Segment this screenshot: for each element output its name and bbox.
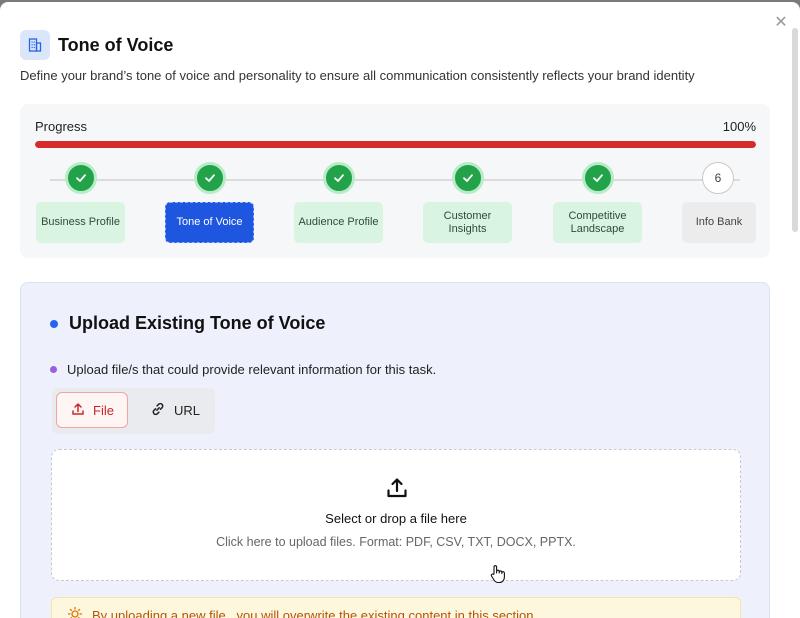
hand-cursor-icon [489, 564, 507, 584]
upload-source-tabs: File URL [52, 388, 215, 434]
tab-url[interactable]: URL [136, 392, 212, 428]
check-icon [65, 162, 97, 194]
check-icon [452, 162, 484, 194]
tab-url-label: URL [174, 402, 201, 418]
step-label: Customer Insights [423, 202, 512, 243]
step-label: Info Bank [682, 202, 756, 243]
link-icon [150, 401, 166, 420]
tab-file[interactable]: File [56, 392, 128, 428]
step-label: Competitive Landscape [553, 202, 642, 243]
building-icon [20, 30, 50, 60]
warning-text: By uploading a new file , you will overw… [92, 608, 534, 618]
progress-percent: 100% [722, 119, 756, 134]
section-title: Upload Existing Tone of Voice [69, 313, 326, 333]
tone-of-voice-modal: ✕ Tone of Voice Define your brand’s tone… [0, 2, 800, 618]
stepper-line [50, 179, 740, 181]
sun-icon [67, 606, 83, 618]
progress-bar [35, 141, 756, 148]
progress-bar-fill [35, 141, 756, 148]
file-dropzone[interactable]: Select or drop a file here Click here to… [51, 449, 741, 581]
upload-instruction: Upload file/s that could provide relevan… [67, 362, 437, 377]
step-label: Tone of Voice [165, 202, 254, 243]
tab-file-label: File [93, 402, 114, 418]
instruction-bullet [50, 366, 57, 373]
upload-icon [385, 476, 409, 500]
check-icon [323, 162, 355, 194]
step-label: Business Profile [36, 202, 125, 243]
upload-section: Upload Existing Tone of Voice Upload fil… [20, 282, 770, 618]
page-title: Tone of Voice [58, 35, 174, 55]
progress-card: Progress 100% Business Profile Tone of V… [20, 104, 770, 258]
step-label: Audience Profile [294, 202, 383, 243]
check-icon [582, 162, 614, 194]
check-icon [194, 162, 226, 194]
section-bullet [50, 320, 58, 328]
close-icon[interactable]: ✕ [774, 15, 788, 31]
step-number: 6 [702, 162, 734, 194]
dropzone-title: Select or drop a file here [325, 511, 467, 526]
upload-icon [71, 402, 85, 419]
scrollbar[interactable] [792, 28, 798, 232]
progress-label: Progress [35, 119, 88, 134]
dropzone-hint: Click here to upload files. Format: PDF,… [216, 535, 576, 549]
overwrite-warning: By uploading a new file , you will overw… [51, 597, 741, 618]
page-subtitle: Define your brand’s tone of voice and pe… [20, 68, 695, 83]
